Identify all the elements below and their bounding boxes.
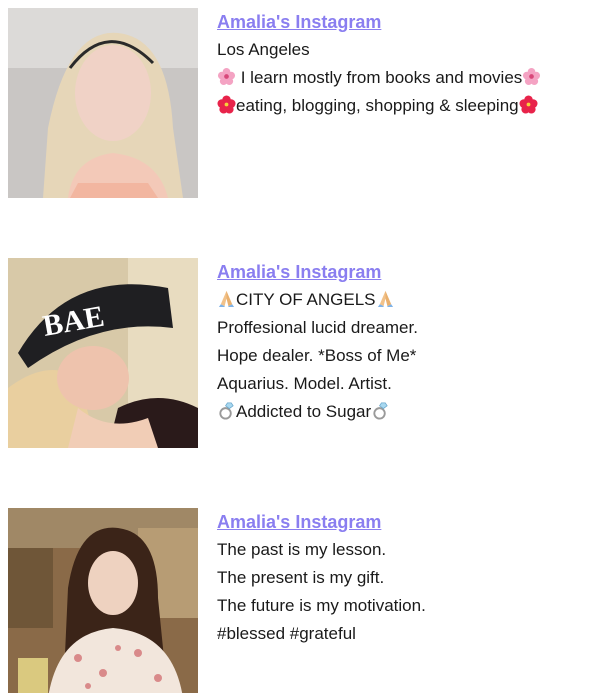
profile-photo[interactable]	[8, 508, 198, 693]
hibiscus-icon	[217, 95, 236, 114]
profile-line-text: The present is my gift.	[217, 568, 385, 587]
profile-photo[interactable]	[8, 8, 198, 198]
cherry-blossom-icon	[217, 67, 236, 86]
profile-title-link[interactable]: Amalia's Instagram	[217, 258, 611, 286]
profile-line-text: Addicted to Sugar	[236, 402, 372, 421]
profile-line: I learn mostly from books and movies	[217, 64, 611, 92]
profile-line-text: Hope dealer. *Boss of Me*	[217, 346, 417, 365]
profile-line-text: I learn mostly from books and movies	[236, 68, 523, 87]
profile-line: Aquarius. Model. Artist.	[217, 370, 611, 398]
profile-line: Los Angeles	[217, 36, 611, 64]
profile-photo-image	[8, 508, 198, 693]
profile-info: Amalia's Instagram Los Angeles I learn m…	[217, 8, 611, 120]
profile-title-link[interactable]: Amalia's Instagram	[217, 8, 611, 36]
cherry-blossom-icon	[522, 67, 541, 86]
profile-info: Amalia's Instagram The past is my lesson…	[217, 508, 611, 648]
profile-photo-image: BAE	[8, 258, 198, 448]
profile-title-link[interactable]: Amalia's Instagram	[217, 508, 611, 536]
profile-line: The present is my gift.	[217, 564, 611, 592]
profile-photo-image	[8, 8, 198, 198]
profile-photo[interactable]: BAE	[8, 258, 198, 448]
profile-line: eating, blogging, shopping & sleeping	[217, 92, 611, 120]
profile-line: Proffesional lucid dreamer.	[217, 314, 611, 342]
profile-line-text: CITY OF ANGELS	[236, 290, 376, 309]
profile-line-text: #blessed #grateful	[217, 624, 356, 643]
profile-line-text: Proffesional lucid dreamer.	[217, 318, 418, 337]
ring-icon	[217, 401, 236, 420]
profile-line: #blessed #grateful	[217, 620, 611, 648]
profile-line-text: The future is my motivation.	[217, 596, 426, 615]
profile-line-text: The past is my lesson.	[217, 540, 387, 559]
profile-line-text: eating, blogging, shopping & sleeping	[236, 96, 519, 115]
profile-line: The past is my lesson.	[217, 536, 611, 564]
ring-icon	[371, 401, 390, 420]
hibiscus-icon	[519, 95, 538, 114]
profile-line-text: Aquarius. Model. Artist.	[217, 374, 392, 393]
profile-line: The future is my motivation.	[217, 592, 611, 620]
profile-line: Hope dealer. *Boss of Me*	[217, 342, 611, 370]
folded-hands-icon	[376, 289, 395, 308]
profile-line-text: Los Angeles	[217, 40, 310, 59]
folded-hands-icon	[217, 289, 236, 308]
profile-line: Addicted to Sugar	[217, 398, 611, 426]
profile-info: Amalia's Instagram CITY OF ANGELS Proffe…	[217, 258, 611, 426]
profile-line: CITY OF ANGELS	[217, 286, 611, 314]
